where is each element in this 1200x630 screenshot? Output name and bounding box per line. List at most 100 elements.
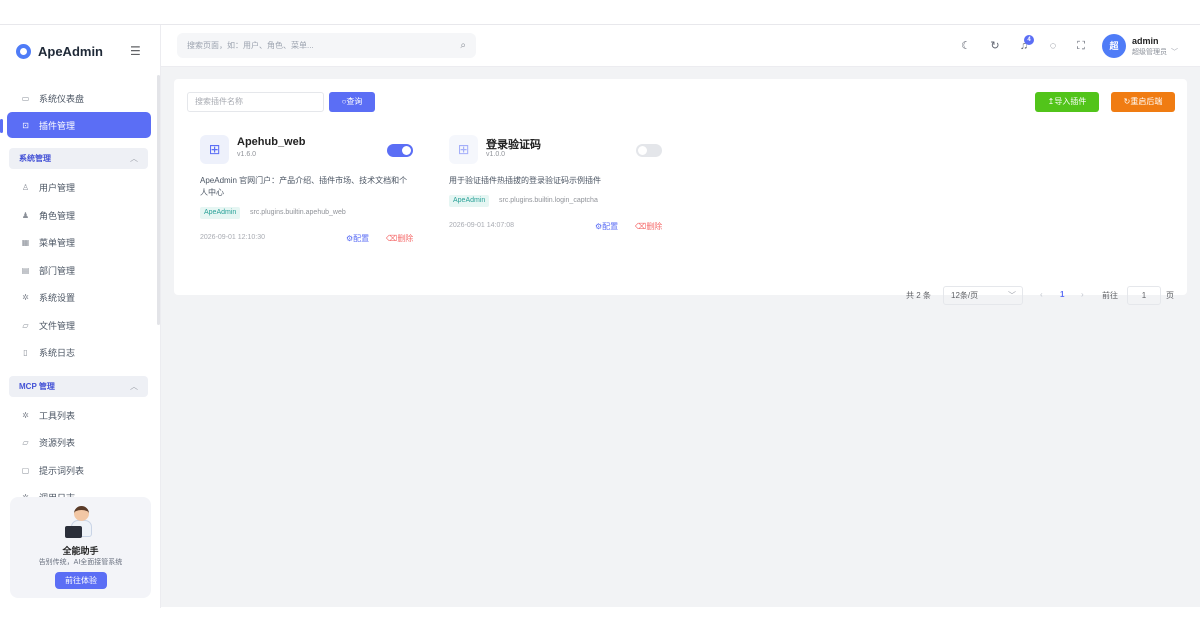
sidebar-item-files[interactable]: ▱ 文件管理 <box>7 312 151 338</box>
user-role: 超级管理员 <box>1132 49 1167 56</box>
folder-icon: ▱ <box>22 320 29 330</box>
sidebar-scrollbar[interactable] <box>157 75 160 325</box>
sidebar-item-plugins[interactable]: ⊡ 插件管理 <box>7 112 151 138</box>
plugin-time: 2026-09-01 12:10:30 <box>200 234 265 241</box>
search-icon: ⌕ <box>460 40 466 51</box>
plugin-path: src.plugins.builtin.apehub_web <box>250 209 346 216</box>
sidebar-item-label: 文件管理 <box>39 320 76 331</box>
moon-icon[interactable]: ☾ <box>959 39 973 53</box>
folder-icon: ▱ <box>22 437 29 447</box>
restart-backend-button[interactable]: ↻重启后端 <box>1111 92 1175 112</box>
chevron-up-icon: ︿ <box>130 382 138 391</box>
plugin-description: ApeAdmin 官网门户：产品介绍、插件市场、技术文档和个人中心 <box>200 176 408 197</box>
sidebar-item-dashboard[interactable]: ▭ 系统仪表盘 <box>7 85 151 111</box>
grid-icon: ▦ <box>21 237 30 247</box>
sidebar-group-mcp[interactable]: MCP 管理 ︿ <box>9 376 148 397</box>
assistant-subtitle: 告别传统，AI全面接管系统 <box>38 559 123 566</box>
chevron-down-icon: ﹀ <box>1008 291 1016 300</box>
goto-label: 前往 <box>1102 291 1118 300</box>
plugin-name: 登录验证码 <box>486 139 541 151</box>
page-size-select[interactable]: 12条/页 ﹀ <box>943 286 1023 305</box>
gear-icon: ✲ <box>22 410 29 420</box>
page-unit-label: 页 <box>1166 291 1174 300</box>
sidebar-item-logs[interactable]: ▯ 系统日志 <box>7 339 151 365</box>
laptop-icon <box>65 526 82 538</box>
chevron-up-icon: ︿ <box>130 154 138 163</box>
plugin-version: v1.0.0 <box>486 151 506 158</box>
sidebar-item-label: 系统设置 <box>39 292 76 303</box>
query-button-label: 查询 <box>346 97 363 106</box>
plugin-delete-button[interactable]: ⌫删除 <box>635 221 662 232</box>
user-name[interactable]: admin <box>1132 36 1159 46</box>
sidebar-item-label: 用户管理 <box>39 182 76 193</box>
goto-page-input[interactable]: 1 <box>1127 286 1161 305</box>
sidebar-item-resources[interactable]: ▱ 资源列表 <box>7 429 151 455</box>
sidebar-item-label: 菜单管理 <box>39 237 76 248</box>
plugin-enable-toggle[interactable] <box>636 144 662 157</box>
config-label: 配置 <box>602 222 619 231</box>
sidebar-item-users[interactable]: ♙ 用户管理 <box>7 174 151 200</box>
plugin-config-button[interactable]: ⚙配置 <box>595 221 618 232</box>
refresh-icon[interactable]: ↻ <box>988 39 1002 53</box>
restart-button-label: 重启后端 <box>1130 97 1163 106</box>
sidebar-item-settings[interactable]: ✲ 系统设置 <box>7 284 151 310</box>
logo[interactable]: ApeAdmin <box>16 41 103 61</box>
sidebar-item-prompts[interactable]: ▢ 提示词列表 <box>7 457 151 483</box>
assistant-card: 全能助手 告别传统，AI全面接管系统 前往体验 <box>10 497 151 598</box>
search-placeholder: 搜索页面，如：用户、角色、菜单... <box>187 41 314 50</box>
plugin-card: ⊞ Apehub_web v1.6.0 ApeAdmin 官网门户：产品介绍、插… <box>200 133 422 243</box>
avatar[interactable]: 超 <box>1102 34 1126 58</box>
sidebar-item-label: 系统仪表盘 <box>39 93 85 104</box>
active-indicator <box>0 119 3 133</box>
plugin-time: 2026-09-01 14:07:08 <box>449 222 514 229</box>
prev-page-button[interactable]: ‹ <box>1040 290 1043 299</box>
import-button-label: 导入插件 <box>1054 97 1087 106</box>
sidebar-item-roles[interactable]: ♟ 角色管理 <box>7 202 151 228</box>
sidebar-item-menus[interactable]: ▦ 菜单管理 <box>7 229 151 255</box>
sidebar-group-label: MCP 管理 <box>19 382 55 391</box>
sidebar-item-label: 部门管理 <box>39 265 76 276</box>
pagination-total: 共 2 条 <box>906 291 931 300</box>
menu-collapse-icon[interactable]: ☰ <box>130 44 141 58</box>
package-icon: ⊞ <box>449 135 478 164</box>
sidebar-group-system[interactable]: 系统管理 ︿ <box>9 148 148 169</box>
fullscreen-icon[interactable]: ⛶ <box>1074 39 1088 53</box>
sidebar-item-label: 系统日志 <box>39 347 76 358</box>
sidebar-item-label: 工具列表 <box>39 410 76 421</box>
plugin-tag: ApeAdmin <box>449 195 490 207</box>
topbar: 搜索页面，如：用户、角色、菜单... ⌕ ☾ ↻ ♫ 4 ◌ ⛶ 超 admin… <box>161 25 1200 67</box>
sidebar: ApeAdmin ☰ ▭ 系统仪表盘 ⊡ 插件管理 系统管理 ︿ ♙ 用户管理 … <box>0 25 161 608</box>
sidebar-group-label: 系统管理 <box>19 154 51 163</box>
chat-icon[interactable]: ◌ <box>1046 39 1060 53</box>
plugin-search-input[interactable]: 搜索插件名称 <box>187 92 324 112</box>
assistant-title: 全能助手 <box>62 546 99 556</box>
delete-label: 删除 <box>397 234 414 243</box>
logo-icon <box>16 43 31 59</box>
user-filled-icon: ♟ <box>21 210 30 220</box>
chevron-down-icon[interactable]: ﹀ <box>1171 47 1178 57</box>
sidebar-item-label: 提示词列表 <box>39 465 85 476</box>
plugin-icon: ⊡ <box>22 120 29 130</box>
brand-name: ApeAdmin <box>38 43 103 59</box>
sidebar-item-departments[interactable]: ▤ 部门管理 <box>7 257 151 283</box>
notification-badge: 4 <box>1024 35 1034 45</box>
plugin-description: 用于验证插件热插拔的登录验证码示例插件 <box>449 176 601 185</box>
next-page-button[interactable]: › <box>1081 290 1084 299</box>
building-icon: ▤ <box>21 265 30 275</box>
global-search-input[interactable]: 搜索页面，如：用户、角色、菜单... ⌕ <box>177 33 476 58</box>
gear-icon: ✲ <box>22 292 29 302</box>
import-plugin-button[interactable]: ↥导入插件 <box>1035 92 1099 112</box>
plugin-enable-toggle[interactable] <box>387 144 413 157</box>
page-number[interactable]: 1 <box>1060 290 1064 299</box>
sidebar-item-tools[interactable]: ✲ 工具列表 <box>7 402 151 428</box>
plugin-panel: 搜索插件名称 ○查询 ↥导入插件 ↻重启后端 ⊞ Apehub_web v1.6… <box>174 79 1187 295</box>
plugin-config-button[interactable]: ⚙配置 <box>346 233 369 244</box>
plugin-delete-button[interactable]: ⌫删除 <box>386 233 413 244</box>
query-button[interactable]: ○查询 <box>329 92 375 112</box>
plugin-path: src.plugins.builtin.login_captcha <box>499 197 598 204</box>
config-label: 配置 <box>353 234 370 243</box>
sidebar-item-label: 角色管理 <box>39 210 76 221</box>
assistant-try-button[interactable]: 前往体验 <box>55 572 107 589</box>
page-size-value: 12条/页 <box>951 291 979 300</box>
package-icon: ⊞ <box>200 135 229 164</box>
